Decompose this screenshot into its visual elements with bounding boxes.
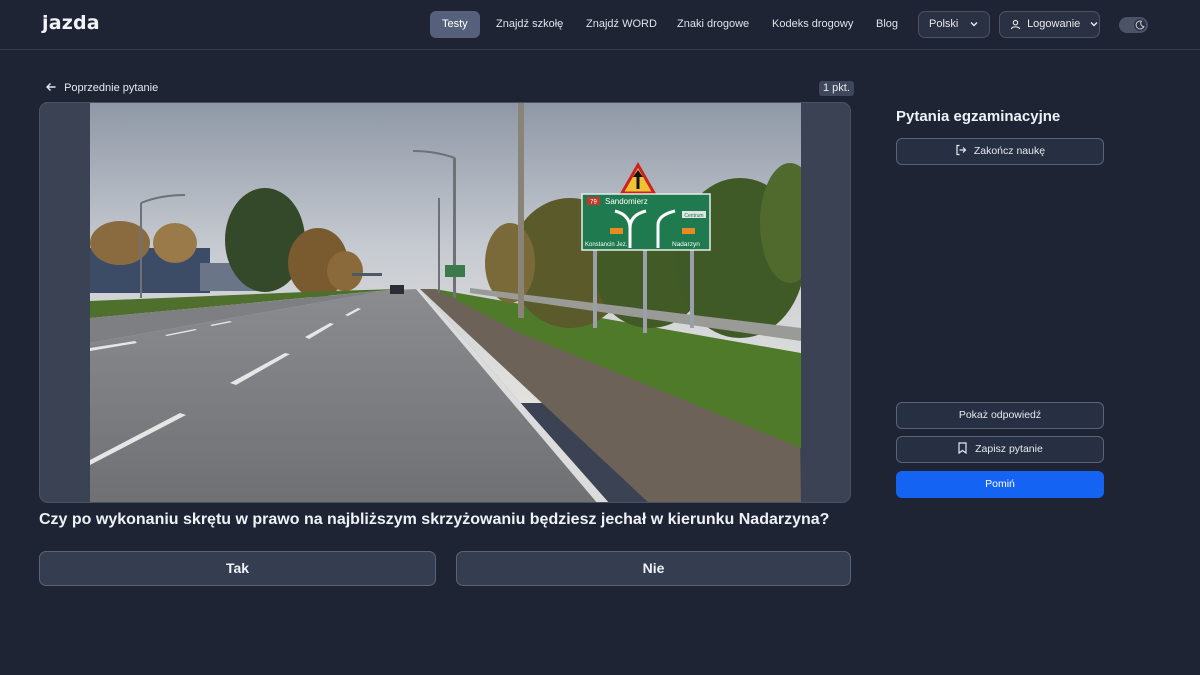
nav-item-traffic-code[interactable]: Kodeks drogowy: [772, 11, 853, 38]
logo[interactable]: jazda: [42, 12, 100, 34]
login-button[interactable]: Logowanie: [999, 11, 1100, 38]
answer-no-button[interactable]: Nie: [456, 551, 851, 586]
answer-yes-button[interactable]: Tak: [39, 551, 436, 586]
show-answer-label: Pokaż odpowiedź: [958, 409, 1042, 421]
theme-toggle[interactable]: [1119, 17, 1148, 33]
chevron-down-icon: [1090, 22, 1098, 27]
points-badge: 1 pkt.: [819, 81, 854, 96]
road-scene-image: 79 Sandomierz Centrum Konstancin Jez. Na…: [90, 103, 801, 502]
language-select[interactable]: Polski: [918, 11, 990, 38]
sidebar-title: Pytania egzaminacyjne: [896, 108, 1061, 125]
nav-item-blog[interactable]: Blog: [876, 11, 898, 38]
sign-centrum: Centrum: [684, 213, 703, 219]
nav-item-road-signs[interactable]: Znaki drogowe: [677, 11, 749, 38]
bookmark-icon: [958, 442, 967, 455]
end-study-label: Zakończ naukę: [973, 145, 1046, 157]
save-question-button[interactable]: Zapisz pytanie: [896, 436, 1104, 463]
login-label: Logowanie: [1027, 18, 1081, 30]
sign-top-destination: Sandomierz: [605, 197, 648, 206]
sign-road-number: 79: [590, 200, 597, 206]
language-label: Polski: [929, 18, 959, 30]
previous-question-label: Poprzednie pytanie: [64, 82, 159, 94]
sign-left-destination: Konstancin Jez.: [585, 242, 628, 248]
user-icon: [1010, 19, 1021, 29]
save-question-label: Zapisz pytanie: [975, 443, 1043, 455]
question-media: 79 Sandomierz Centrum Konstancin Jez. Na…: [39, 102, 851, 503]
chevron-down-icon: [970, 22, 978, 27]
logout-icon: [956, 144, 967, 156]
end-study-button[interactable]: Zakończ naukę: [896, 138, 1104, 165]
nav-item-find-school[interactable]: Znajdź szkołę: [496, 11, 563, 38]
top-navbar: jazda Testy Znajdź szkołę Znajdź WORD Zn…: [0, 0, 1200, 50]
nav-item-testy[interactable]: Testy: [430, 11, 480, 38]
arrow-left-icon: [46, 83, 56, 91]
skip-button[interactable]: Pomiń: [896, 471, 1104, 498]
previous-question-link[interactable]: Poprzednie pytanie: [45, 81, 158, 97]
nav-item-find-word[interactable]: Znajdź WORD: [586, 11, 657, 38]
sign-right-destination: Nadarzyn: [672, 241, 700, 248]
question-text: Czy po wykonaniu skrętu w prawo na najbl…: [39, 511, 830, 528]
show-answer-button[interactable]: Pokaż odpowiedź: [896, 402, 1104, 429]
moon-icon: [1135, 20, 1145, 30]
skip-label: Pomiń: [985, 478, 1015, 490]
